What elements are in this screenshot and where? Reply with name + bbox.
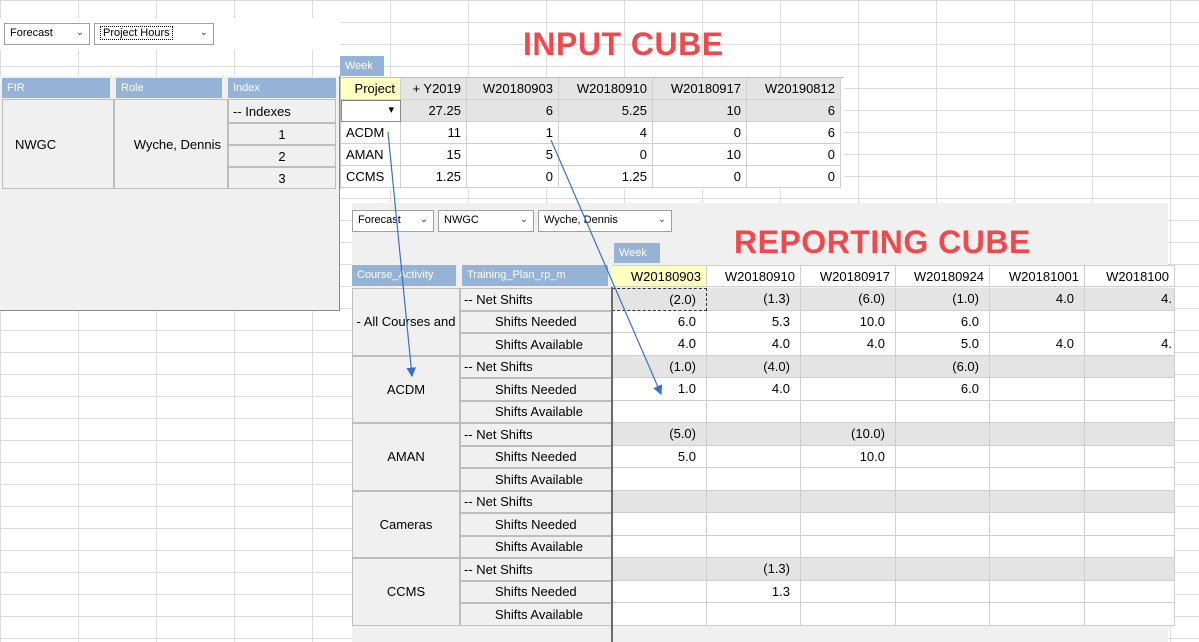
mapping-arrows xyxy=(387,131,663,396)
arrow-value-to-shifts-needed xyxy=(550,139,663,396)
arrow-acdm-to-acdm xyxy=(387,131,416,378)
